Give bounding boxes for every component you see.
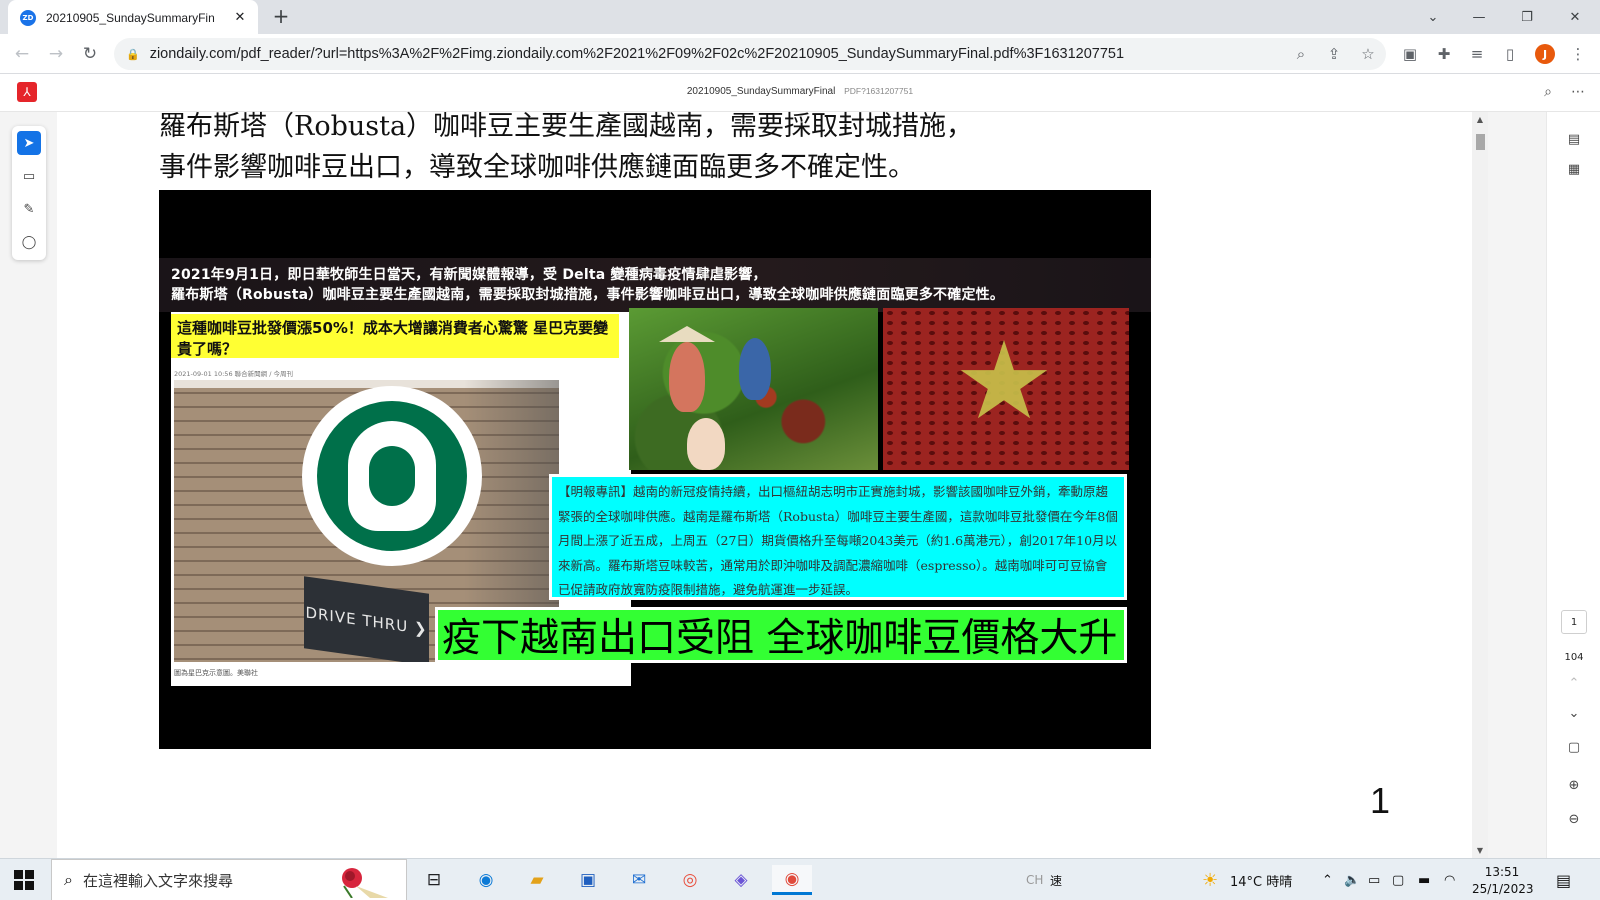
pdf-more-icon[interactable]: ⋯ [1568,82,1588,102]
select-cursor-icon[interactable]: ➤ [17,131,41,155]
reload-icon[interactable]: ↻ [78,42,102,66]
thumbnails-icon[interactable]: ▦ [1563,158,1585,180]
scroll-down-icon[interactable]: ▼ [1475,846,1485,855]
pdf-search-icon[interactable]: ⌕ [1538,82,1558,102]
share-icon[interactable]: ⇪ [1322,42,1346,66]
pdf-document-title: 20210905_SundaySummaryFinal PDF?16312077… [0,86,1600,97]
pdf-file-suffix: PDF?1631207751 [844,86,914,96]
drive-thru-sign: DRIVE THRU ❯ [304,576,429,662]
green-headline-box: 疫下越南出口受阻 全球咖啡豆價格大升 [435,607,1127,663]
chrome-icon[interactable]: ◉ [772,865,812,895]
tray-chevron-icon[interactable]: ⌃ [1322,859,1333,900]
news-headline: 這種咖啡豆批發價漲50%！成本大增讓消費者心驚驚 星巴克要變貴了嗎？ [171,314,619,358]
ime-mode[interactable]: 速 [1050,859,1062,900]
flag-star [960,340,1048,419]
star-icon[interactable]: ☆ [1356,42,1380,66]
url-text[interactable]: ziondaily.com/pdf_reader/?url=https%3A%2… [150,46,1124,62]
browser-tab[interactable]: ZD 20210905_SundaySummaryFin ✕ [8,0,258,35]
speaker-icon[interactable]: 🔈 [1344,859,1360,900]
photo-credit: 圖為星巴克示意圖。美聯社 [174,669,258,677]
starbucks-logo [302,386,482,566]
news-collage-figure: 2021年9月1日，即日華牧師生日當天，有新聞媒體報導，受 Delta 變種病毒… [159,190,1151,749]
figure-caption-banner: 2021年9月1日，即日華牧師生日當天，有新聞媒體報導，受 Delta 變種病毒… [159,258,1151,312]
notification-icon[interactable]: ▤ [1556,859,1571,900]
clock-date: 25/1/2023 [1472,882,1534,896]
side-panel-icon[interactable]: ▯ [1498,42,1522,66]
meet-now-icon[interactable]: ▭ [1368,859,1380,900]
page-heading-line-2: 事件影響咖啡豆出口，導致全球咖啡供應鏈面臨更多不確定性。 [159,152,915,183]
restore-icon[interactable]: ❐ [1504,0,1550,34]
annotation-toolbar: ➤ ▭ ✎ ◯ [12,126,46,260]
coffee-harvest-photo [629,308,878,470]
windows-taskbar: ⌕ 在這裡輸入文字來搜尋 ⊟ ◉ ▰ ▣ ✉ ◎ ◈ ◉ CH 速 ☀ 14°C… [0,858,1600,900]
mail-icon[interactable]: ✉ [619,865,659,895]
pdf-canvas: 羅布斯塔（Robusta）咖啡豆主要生產國越南，需要採取封城措施， 事件影響咖啡… [0,111,1600,858]
news-meta: 2021-09-01 10:56 聯合新聞網 / 今周刊 [174,370,293,378]
chrome-alt-icon[interactable]: ◎ [670,865,710,895]
media-icon[interactable]: ≡ [1465,42,1489,66]
app-launcher-icon[interactable]: ◈ [721,865,761,895]
clock-time: 13:51 [1484,865,1520,879]
wifi-icon[interactable]: ◠ [1444,859,1455,900]
lock-icon[interactable]: 🔒 [126,48,140,61]
address-bar[interactable]: 🔒 ziondaily.com/pdf_reader/?url=https%3A… [114,38,1386,70]
tab-search-icon[interactable]: ⌄ [1410,0,1456,34]
zoom-icon[interactable]: ⌕ [1289,42,1313,66]
new-tab-button[interactable]: + [270,6,292,28]
system-clock[interactable]: 13:51 25/1/2023 [1472,864,1534,898]
browser-toolbar: ← → ↻ 🔒 ziondaily.com/pdf_reader/?url=ht… [0,34,1600,74]
page-number: 1 [1370,780,1391,821]
draw-pen-icon[interactable]: ✎ [17,197,41,221]
add-comment-icon[interactable]: ▭ [17,164,41,188]
ziondaily-favicon-icon: ZD [20,9,36,26]
current-page-input[interactable]: 1 [1561,610,1587,634]
store-icon[interactable]: ▣ [568,865,608,895]
zoom-in-icon[interactable]: ⊕ [1563,774,1585,796]
close-window-icon[interactable]: ✕ [1552,0,1598,34]
display-icon[interactable]: ▢ [1392,859,1404,900]
page-info-icon[interactable]: ▢ [1563,736,1585,758]
lasso-icon[interactable]: ◯ [17,230,41,254]
scroll-thumb[interactable] [1476,134,1485,150]
rose-search-highlight-icon [342,868,388,898]
task-view-icon[interactable]: ⊟ [414,865,454,895]
pdf-filename: 20210905_SundaySummaryFinal [686,86,836,97]
forward-arrow-icon[interactable]: → [44,42,68,66]
mingpao-article-box: 【明報專訊】越南的新冠疫情持續，出口樞紐胡志明市正實施封城，影響該國咖啡豆外銷，… [549,474,1127,600]
zoom-out-icon[interactable]: ⊖ [1563,808,1585,830]
weather-text[interactable]: 14°C 時晴 [1230,859,1292,900]
windows-start-icon[interactable] [14,870,34,890]
page-heading-line-1: 羅布斯塔（Robusta）咖啡豆主要生產國越南，需要採取封城措施， [159,111,974,142]
scroll-up-icon[interactable]: ▲ [1475,115,1485,124]
profile-avatar[interactable]: J [1535,44,1555,64]
battery-icon[interactable]: ▬ [1418,859,1430,900]
file-explorer-icon[interactable]: ▰ [517,865,557,895]
weather-icon[interactable]: ☀ [1202,859,1218,900]
pdf-right-rail: ▤ ▦ 1 104 ⌃ ⌄ ▢ ⊕ ⊖ [1546,112,1600,858]
search-icon: ⌕ [64,870,73,889]
help-extension-icon[interactable]: ▣ [1398,42,1422,66]
minimize-icon[interactable]: — [1456,0,1502,34]
kebab-menu-icon[interactable]: ⋮ [1566,42,1590,66]
page-down-icon[interactable]: ⌄ [1563,702,1585,724]
tab-strip: ZD 20210905_SundaySummaryFin ✕ + ⌄ — ❐ ✕ [0,0,1600,35]
edge-icon[interactable]: ◉ [466,865,506,895]
conical-hat [659,326,715,342]
total-pages: 104 [1564,652,1584,663]
page-up-icon[interactable]: ⌃ [1563,672,1585,694]
tab-close-icon[interactable]: ✕ [232,10,248,25]
ime-language[interactable]: CH [1026,859,1043,900]
vietnam-flag-coffee-beans-photo [883,308,1129,470]
puzzle-icon[interactable]: ✚ [1432,42,1456,66]
vertical-scrollbar[interactable]: ▲ ▼ [1472,112,1488,858]
taskbar-search-box[interactable]: ⌕ 在這裡輸入文字來搜尋 [51,859,407,900]
pdf-page: 羅布斯塔（Robusta）咖啡豆主要生產國越南，需要採取封城措施， 事件影響咖啡… [57,111,1472,858]
comments-icon[interactable]: ▤ [1563,128,1585,150]
tab-title: 20210905_SundaySummaryFin [46,10,215,25]
taskbar-search-placeholder: 在這裡輸入文字來搜尋 [82,871,233,890]
figure-caption-line-1: 2021年9月1日，即日華牧師生日當天，有新聞媒體報導，受 Delta 變種病毒… [171,267,767,283]
figure-caption-line-2: 羅布斯塔（Robusta）咖啡豆主要生產國越南，需要採取封城措施，事件影響咖啡豆… [171,287,1005,303]
back-arrow-icon[interactable]: ← [10,42,34,66]
